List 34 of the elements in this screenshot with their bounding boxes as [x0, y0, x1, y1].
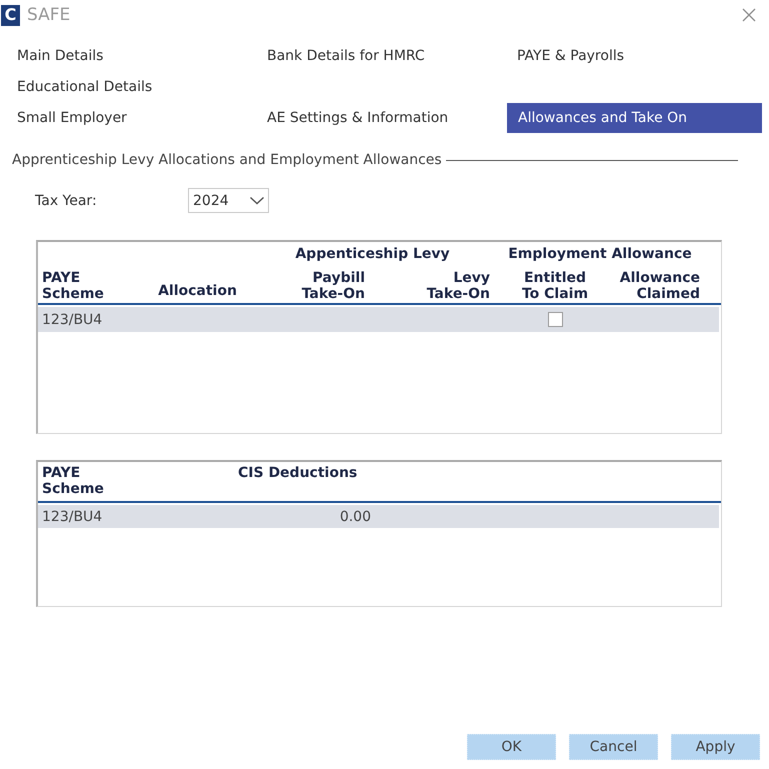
column-header: Allowance Claimed: [620, 270, 701, 302]
close-button[interactable]: [742, 8, 756, 22]
column-group-header: Appenticeship Levy: [295, 246, 450, 262]
column-header: Entitled To Claim: [522, 270, 588, 302]
tab[interactable]: Educational Details: [7, 72, 162, 102]
tax-year-dropdown[interactable]: 2024: [188, 188, 269, 213]
column-header: PAYE Scheme: [41, 270, 104, 302]
dialog-button[interactable]: OK: [467, 734, 556, 760]
dialog-button[interactable]: Apply: [671, 734, 760, 760]
column-header: Levy Take-On: [426, 270, 491, 302]
checkbox[interactable]: [548, 312, 562, 327]
tab[interactable]: Small Employer: [7, 103, 137, 133]
tab[interactable]: PAYE & Payrolls: [507, 41, 634, 71]
tab[interactable]: Allowances and Take On: [507, 103, 762, 133]
window-title: SAFE: [27, 5, 70, 25]
chevron-down-icon: [249, 196, 265, 205]
column-group-header: Employment Allowance: [508, 246, 692, 262]
table-cell-text: 123/BU4: [41, 508, 102, 524]
tab[interactable]: AE Settings & Information: [257, 103, 458, 133]
close-icon: [742, 8, 756, 22]
app-logo: C: [1, 4, 20, 26]
tab[interactable]: Main Details: [7, 41, 114, 71]
column-header: Paybill Take-On: [302, 270, 366, 302]
dialog-button[interactable]: Cancel: [569, 734, 658, 760]
column-header: CIS Deductions: [237, 465, 358, 483]
column-header: PAYE Scheme: [41, 465, 104, 497]
tax-year-label: Tax Year:: [35, 192, 98, 208]
table-row[interactable]: 123/BU4 0.00: [38, 505, 719, 528]
section-title: Apprenticeship Levy Allocations and Employment Allowances: [12, 152, 442, 169]
table-row[interactable]: 123/BU4: [38, 307, 719, 332]
table-cell-text: 123/BU4: [41, 312, 102, 328]
column-header: Allocation: [158, 282, 237, 298]
table-cell-text: 0.00: [340, 508, 372, 524]
tab[interactable]: Bank Details for HMRC: [257, 41, 435, 71]
